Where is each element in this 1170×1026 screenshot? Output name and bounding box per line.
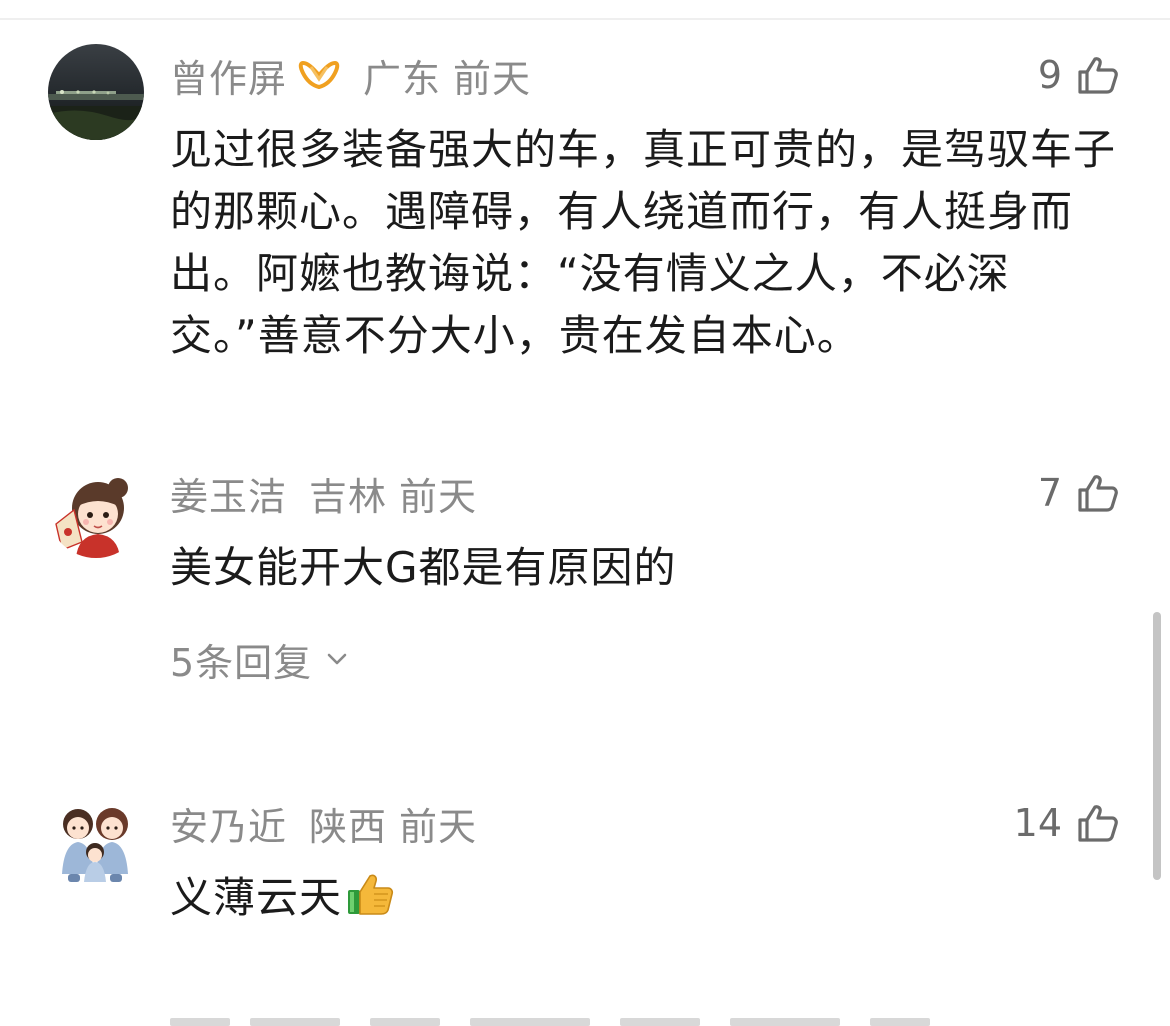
vip-badge-icon	[298, 60, 340, 90]
like-count: 9	[1037, 53, 1062, 97]
next-comment-preview	[170, 1012, 1100, 1026]
chevron-down-icon	[327, 653, 347, 665]
comment-text: 义薄云天	[170, 867, 1120, 929]
like-count: 14	[1013, 801, 1062, 845]
comment-time: 前天	[399, 474, 478, 519]
comment-meta: 姜玉洁 吉林 前天	[170, 466, 478, 521]
comment-region: 吉林	[309, 474, 388, 519]
author-name[interactable]: 曾作屏	[170, 48, 287, 103]
comment-time: 前天	[399, 804, 478, 849]
comment-meta: 安乃近 陕西 前天	[170, 796, 478, 851]
comment-text: 见过很多装备强大的车，真正可贵的，是驾驭车子的那颗心。遇障碍，有人绕道而行，有人…	[170, 125, 1117, 360]
comment-text-content: 义薄云天	[170, 873, 343, 922]
thumbs-up-icon	[1078, 475, 1118, 512]
avatar[interactable]	[48, 462, 144, 558]
author-name[interactable]: 安乃近	[170, 796, 287, 851]
avatar[interactable]	[48, 794, 144, 890]
comment-region: 广东	[363, 56, 442, 101]
cartoon-girl-avatar-icon	[48, 462, 144, 558]
replies-label: 5条回复	[170, 640, 313, 685]
night-city-avatar-icon	[48, 44, 144, 140]
thumbs-up-icon	[1078, 57, 1118, 94]
author-name[interactable]: 姜玉洁	[170, 466, 287, 521]
comment-region: 陕西	[309, 804, 388, 849]
comment-meta: 曾作屏 广东 前天	[170, 48, 532, 103]
like-count: 7	[1037, 471, 1062, 515]
comment-item: 姜玉洁 吉林 前天 7 美女能开大G都是有原因的 5条回复	[0, 440, 1170, 740]
like-button[interactable]: 14	[1014, 798, 1120, 848]
comment-item: 安乃近 陕西 前天 14 义薄云天	[0, 770, 1170, 1000]
cartoon-family-avatar-icon	[48, 794, 144, 890]
scrollbar[interactable]	[1153, 612, 1161, 880]
thumbs-up-icon	[1078, 805, 1118, 842]
comment-time: 前天	[453, 56, 532, 101]
comment-text: 美女能开大G都是有原因的	[170, 543, 677, 592]
comment-item: 曾作屏 广东 前天 9 见过很多装备强大的车，真正可贵的，是驾驭车子的那颗心。遇…	[0, 0, 1170, 420]
like-button[interactable]: 7	[1038, 468, 1120, 518]
avatar[interactable]	[48, 44, 144, 140]
like-button[interactable]: 9	[1038, 50, 1120, 100]
thumbs-up-emoji-icon	[348, 874, 394, 915]
view-replies-button[interactable]: 5条回复	[170, 634, 350, 685]
